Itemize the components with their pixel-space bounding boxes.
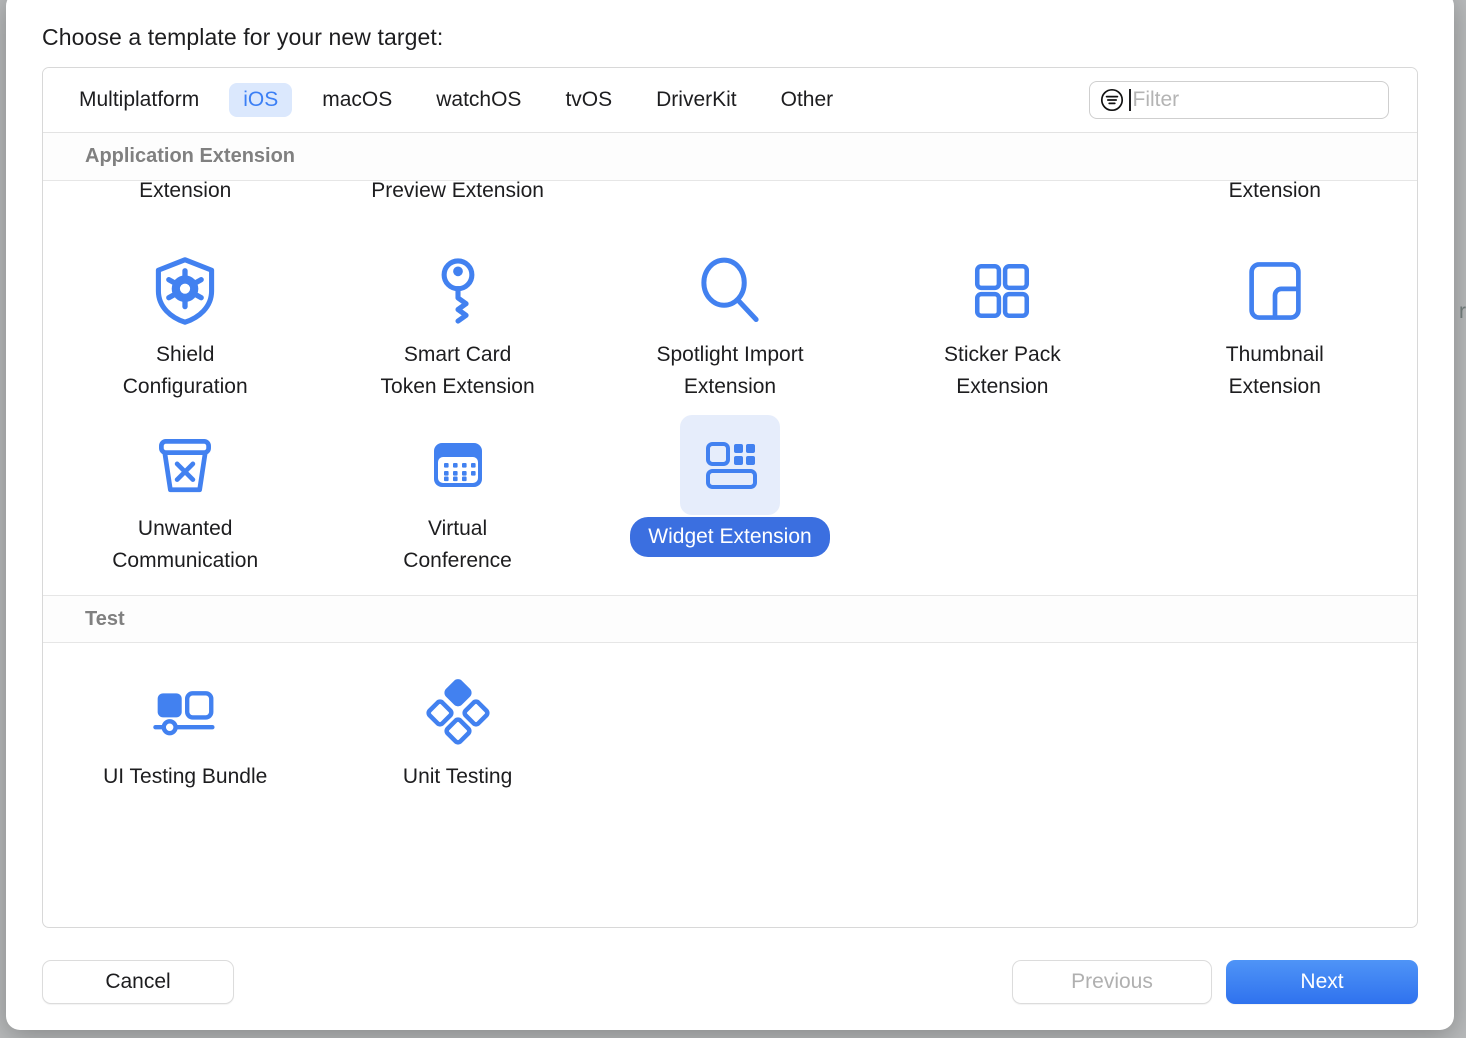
widget-icon (698, 433, 762, 497)
template-cell-empty (594, 665, 866, 793)
calendar-icon (426, 433, 490, 497)
template-label: Unwanted Communication (112, 513, 258, 577)
template-cell-unwanted-communication[interactable]: Unwanted Communication (49, 417, 321, 577)
template-cell[interactable]: Quick Look Preview Extension (321, 181, 593, 207)
magnifier-icon (692, 253, 768, 329)
section-header-test: Test (43, 595, 1417, 643)
template-label: Smart Card Token Extension (381, 339, 535, 403)
template-cell[interactable]: Print Service Extension (49, 181, 321, 207)
template-cell-smart-card-token-extension[interactable]: Smart Card Token Extension (321, 243, 593, 403)
template-label: Quick Look Preview Extension (371, 181, 544, 207)
tab-tvos[interactable]: tvOS (551, 83, 626, 117)
ui-testing-icon (150, 678, 220, 748)
template-label: Sticker Pack Extension (944, 339, 1061, 403)
filter-field-wrapper: Filter (1089, 81, 1389, 119)
template-label: Virtual Conference (403, 513, 512, 577)
template-icon-wrapper (952, 243, 1052, 339)
icon-tile (1225, 241, 1325, 341)
template-label: Unit Testing (403, 761, 512, 793)
template-icon-wrapper (408, 665, 508, 761)
tab-multiplatform[interactable]: Multiplatform (65, 83, 213, 117)
page-title: Choose a template for your new target: (42, 0, 1418, 67)
template-icon-wrapper (1225, 243, 1325, 339)
platform-tab-bar: Multiplatform iOS macOS watchOS tvOS Dri… (43, 68, 1417, 133)
template-cell[interactable]: Safari Extension (594, 181, 866, 207)
dialog-footer: Cancel Previous Next (42, 960, 1418, 1004)
template-label-selected: Widget Extension (630, 517, 829, 557)
template-cell-widget-extension[interactable]: Widget Extension (594, 417, 866, 577)
template-icon-wrapper (680, 417, 780, 513)
template-icon-wrapper (408, 417, 508, 513)
template-cell-ui-testing-bundle[interactable]: UI Testing Bundle (49, 665, 321, 793)
tab-macos[interactable]: macOS (308, 83, 406, 117)
template-icon-wrapper (680, 243, 780, 339)
filter-lines-circle-icon[interactable] (1100, 88, 1124, 112)
template-cell-virtual-conference[interactable]: Virtual Conference (321, 417, 593, 577)
tab-other[interactable]: Other (767, 83, 848, 117)
unit-testing-diamonds-icon (422, 677, 494, 749)
template-row: UI Testing Bundle (43, 643, 1417, 793)
icon-tile (408, 663, 508, 763)
next-button[interactable]: Next (1226, 960, 1418, 1004)
template-cell-empty (866, 417, 1138, 577)
template-label: Print Service Extension (126, 181, 245, 207)
template-row-clipped: Print Service Extension Quick Look Previ… (43, 181, 1417, 239)
icon-tile-selected (680, 415, 780, 515)
tab-ios[interactable]: iOS (229, 83, 292, 117)
background-window-text-fragment: r (1459, 300, 1466, 324)
icon-tile (135, 663, 235, 763)
shield-gear-icon (148, 254, 222, 328)
template-icon-wrapper (135, 665, 235, 761)
template-icon-wrapper (135, 417, 235, 513)
icon-tile (680, 241, 780, 341)
icon-tile (408, 241, 508, 341)
key-icon (421, 254, 495, 328)
icon-tile (135, 241, 235, 341)
icon-tile (135, 415, 235, 515)
template-row: Unwanted Communication (43, 403, 1417, 595)
text-caret (1129, 89, 1131, 111)
tab-driverkit[interactable]: DriverKit (642, 83, 751, 117)
thumbnail-panel-icon (1241, 257, 1309, 325)
template-icon-wrapper (408, 243, 508, 339)
template-row: Shield Configuration (43, 239, 1417, 403)
template-cell-empty (866, 665, 1138, 793)
icon-tile (408, 415, 508, 515)
template-label: Shield Action Extension (1214, 181, 1335, 207)
cancel-button[interactable]: Cancel (42, 960, 234, 1004)
template-cell[interactable]: Shield Action Extension (1139, 181, 1411, 207)
template-cell-thumbnail-extension[interactable]: Thumbnail Extension (1139, 243, 1411, 403)
previous-button[interactable]: Previous (1012, 960, 1212, 1004)
new-target-template-dialog: Choose a template for your new target: M… (6, 0, 1454, 1030)
template-icon-wrapper (135, 243, 235, 339)
section-header-application-extension: Application Extension (43, 133, 1417, 181)
grid-four-icon (969, 258, 1035, 324)
template-cell[interactable]: Share Extension (866, 181, 1138, 207)
template-cell-unit-testing[interactable]: Unit Testing (321, 665, 593, 793)
icon-tile (952, 241, 1052, 341)
search-input-placeholder: Filter (1133, 88, 1180, 112)
template-label: UI Testing Bundle (103, 761, 267, 793)
bin-x-icon (149, 429, 221, 501)
template-cell-shield-configuration[interactable]: Shield Configuration (49, 243, 321, 403)
template-cell-empty (1139, 417, 1411, 577)
template-label: Spotlight Import Extension (656, 339, 803, 403)
template-label: Thumbnail Extension (1226, 339, 1324, 403)
template-browser-panel: Multiplatform iOS macOS watchOS tvOS Dri… (42, 67, 1418, 928)
search-input[interactable]: Filter (1089, 81, 1389, 119)
tab-watchos[interactable]: watchOS (422, 83, 535, 117)
template-label: Shield Configuration (123, 339, 248, 403)
template-scroll-area[interactable]: Application Extension Print Service Exte… (43, 133, 1417, 928)
template-cell-sticker-pack-extension[interactable]: Sticker Pack Extension (866, 243, 1138, 403)
template-cell-spotlight-import-extension[interactable]: Spotlight Import Extension (594, 243, 866, 403)
template-cell-empty (1139, 665, 1411, 793)
